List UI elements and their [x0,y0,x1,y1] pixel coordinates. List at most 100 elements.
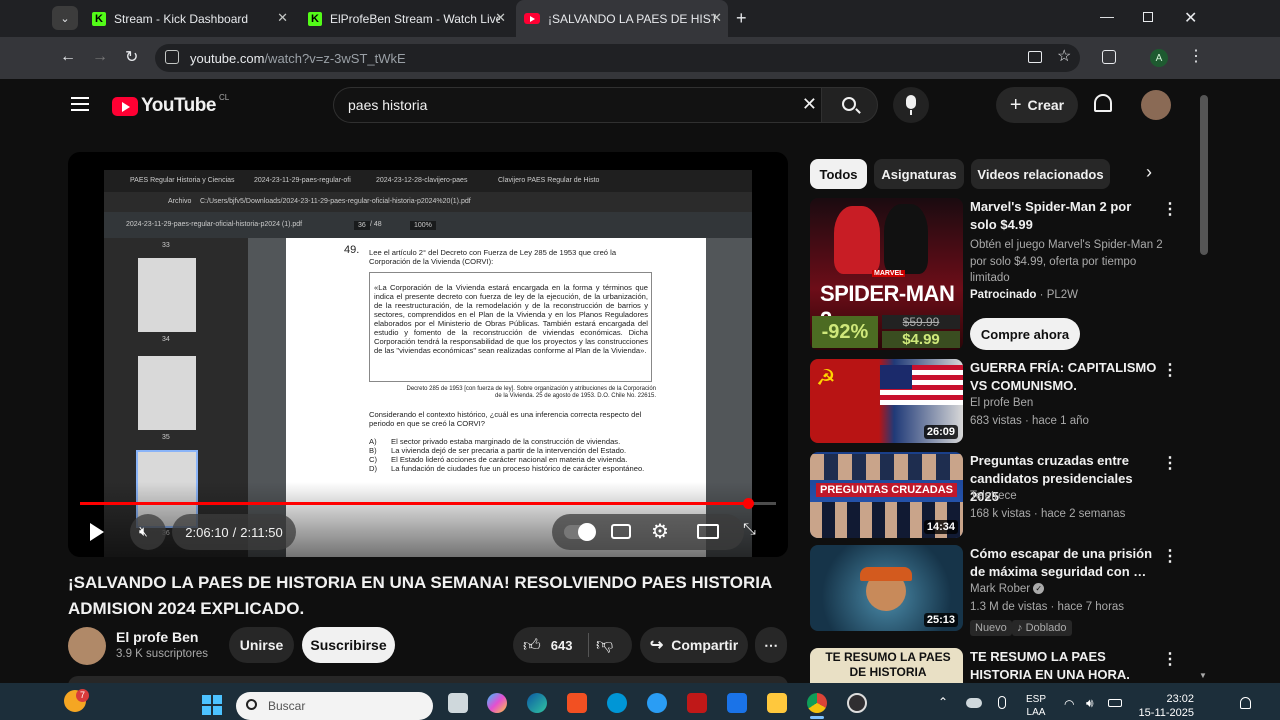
video-duration: 14:34 [923,520,958,534]
dislike-button[interactable]: 👎︎ [596,634,613,655]
copilot-icon[interactable] [487,693,507,713]
browser-menu-icon[interactable]: ⋮ [1188,46,1204,66]
fullscreen-icon[interactable]: ⤡ [743,521,756,539]
windows-start-icon[interactable] [202,695,222,715]
join-button[interactable]: Unirse [229,627,294,663]
youtube-logo[interactable]: YouTube CL [112,93,229,117]
video-thumbnail[interactable]: ☭ 26:09 [810,359,963,443]
clear-search-icon[interactable]: ✕ [802,94,817,115]
new-tab-button[interactable]: + [736,8,747,29]
video-title-link[interactable]: GUERRA FRÍA: CAPITALISMO VS COMUNISMO. [970,359,1160,395]
battery-icon[interactable] [1108,699,1122,707]
onedrive-icon[interactable] [966,698,982,708]
install-app-icon[interactable] [1028,51,1042,63]
progress-scrubber-handle[interactable] [743,498,754,509]
taskbar-search[interactable]: Buscar [236,692,433,720]
show-hidden-icons[interactable]: ⌃ [938,695,948,709]
tab-youtube-video[interactable]: ¡SALVANDO LA PAES DE HISTORI ✕ [516,0,728,37]
back-arrow-icon[interactable]: ← [60,48,76,66]
volume-icon[interactable]: 🔊︎ [1086,696,1094,711]
subtitles-icon[interactable] [611,524,631,539]
clock[interactable]: 23:02 15-11-2025 [1130,692,1194,720]
mcafee-icon[interactable] [687,693,707,713]
video-more-icon[interactable]: ⋮ [1162,453,1178,473]
video-thumbnail[interactable]: 25:13 [810,545,963,631]
close-tab-icon[interactable]: ✕ [277,10,288,26]
account-avatar[interactable] [1141,90,1171,120]
tab-kick-dashboard[interactable]: K Stream - Kick Dashboard ✕ [84,0,294,37]
channel-name[interactable]: El profe Ben [116,629,198,645]
video-more-icon[interactable]: ⋮ [1162,360,1178,380]
pdf-page-number: 36 [354,221,370,230]
edge-icon[interactable] [527,693,547,713]
video-thumbnail[interactable]: PREGUNTAS CRUZADAS 14:34 [810,452,963,538]
settings-gear-icon[interactable]: ⚙ [651,519,669,544]
question-prompt: Considerando el contexto histórico, ¿cuá… [369,410,642,428]
share-button[interactable]: ↪ Compartir [640,627,748,663]
video-channel[interactable]: Teletrece [970,490,1017,502]
microphone-tray-icon[interactable] [998,696,1006,709]
reload-icon[interactable]: ↻ [125,47,138,67]
autoplay-toggle[interactable] [564,523,596,541]
video-thumbnail[interactable]: TE RESUMO LA PAES DE HISTORIA [810,648,963,683]
search-button[interactable] [821,87,878,123]
notification-bell-tray-icon[interactable] [1240,697,1251,709]
play-button[interactable] [90,523,104,541]
chrome-icon[interactable] [807,693,827,713]
thumb-banner-text: PREGUNTAS CRUZADAS [816,483,958,497]
close-window-icon[interactable]: ✕ [1184,8,1197,28]
scroll-down-arrow-icon[interactable]: ▼ [1199,671,1207,680]
obs-icon[interactable] [847,693,867,713]
more-actions-button[interactable]: ⋯ [755,627,787,663]
ad-thumbnail[interactable]: MARVEL SPIDER-MAN 2 -92% $59.99 $4.99 [810,198,963,350]
task-view-icon[interactable] [448,693,468,713]
minimize-window-icon[interactable]: — [1100,8,1114,24]
site-info-icon[interactable] [165,50,179,64]
profile-avatar[interactable]: A [1150,49,1168,67]
create-button[interactable]: + Crear [996,87,1078,123]
language-indicator[interactable]: ESP LAA [1026,693,1046,719]
chips-next-icon[interactable]: › [1146,162,1152,183]
tab-kick-stream[interactable]: K ElProfeBen Stream - Watch Live ✕ [300,0,512,37]
channel-avatar[interactable] [68,627,106,665]
restore-window-icon[interactable] [1143,12,1153,22]
chip-todos[interactable]: Todos [810,159,867,189]
extensions-icon[interactable] [1102,50,1116,64]
chip-asignaturas[interactable]: Asignaturas [874,159,964,189]
support-assistant-icon[interactable] [647,693,667,713]
mail-icon[interactable] [727,693,747,713]
store-icon[interactable] [567,693,587,713]
file-explorer-icon[interactable] [767,693,787,713]
like-button[interactable]: 👍︎ 643 [513,627,585,663]
tab-search-button[interactable]: ⌄ [52,6,78,30]
search-input[interactable]: paes historia ✕ [333,87,821,123]
wifi-icon[interactable]: ◠ [1064,697,1074,711]
video-more-icon[interactable]: ⋮ [1162,649,1178,669]
subscribe-button[interactable]: Suscribirse [302,627,395,663]
forward-arrow-icon[interactable]: → [92,48,108,66]
hamburger-menu-icon[interactable] [71,97,89,111]
voice-search-button[interactable] [893,87,929,123]
video-player[interactable]: PAES Regular Historia y Ciencias 2024-23… [68,152,788,557]
youtube-play-logo-icon [112,96,138,116]
video-title-link[interactable]: Cómo escapar de una prisión de máxima se… [970,545,1160,581]
theater-mode-icon[interactable] [697,524,719,539]
chip-videos-relacionados[interactable]: Videos relacionados [971,159,1110,189]
video-channel[interactable]: El profe Ben [970,397,1033,409]
video-title-link[interactable]: TE RESUMO LA PAES HISTORIA EN UNA HORA. … [970,648,1160,684]
video-channel[interactable]: Mark Rober [970,583,1030,595]
taskbar-search-placeholder: Buscar [268,699,306,713]
bookmark-star-icon[interactable]: ☆ [1057,46,1071,66]
inner-archivo-label: Archivo [168,198,192,205]
url-text[interactable]: youtube.com/watch?v=z-3wST_tWkE [190,51,406,66]
video-more-icon[interactable]: ⋮ [1162,546,1178,566]
page-scrollbar[interactable] [1200,95,1208,255]
close-tab-icon[interactable]: ✕ [495,10,506,26]
close-tab-icon[interactable]: ✕ [711,10,722,26]
hp-icon[interactable] [607,693,627,713]
mute-button[interactable]: 🔇︎ [130,514,166,550]
ad-title[interactable]: Marvel's Spider-Man 2 por solo $4.99 [970,198,1160,234]
ad-more-icon[interactable]: ⋮ [1162,199,1178,219]
ad-cta-button[interactable]: Compre ahora [970,318,1080,350]
notifications-bell-icon[interactable] [1094,94,1112,112]
